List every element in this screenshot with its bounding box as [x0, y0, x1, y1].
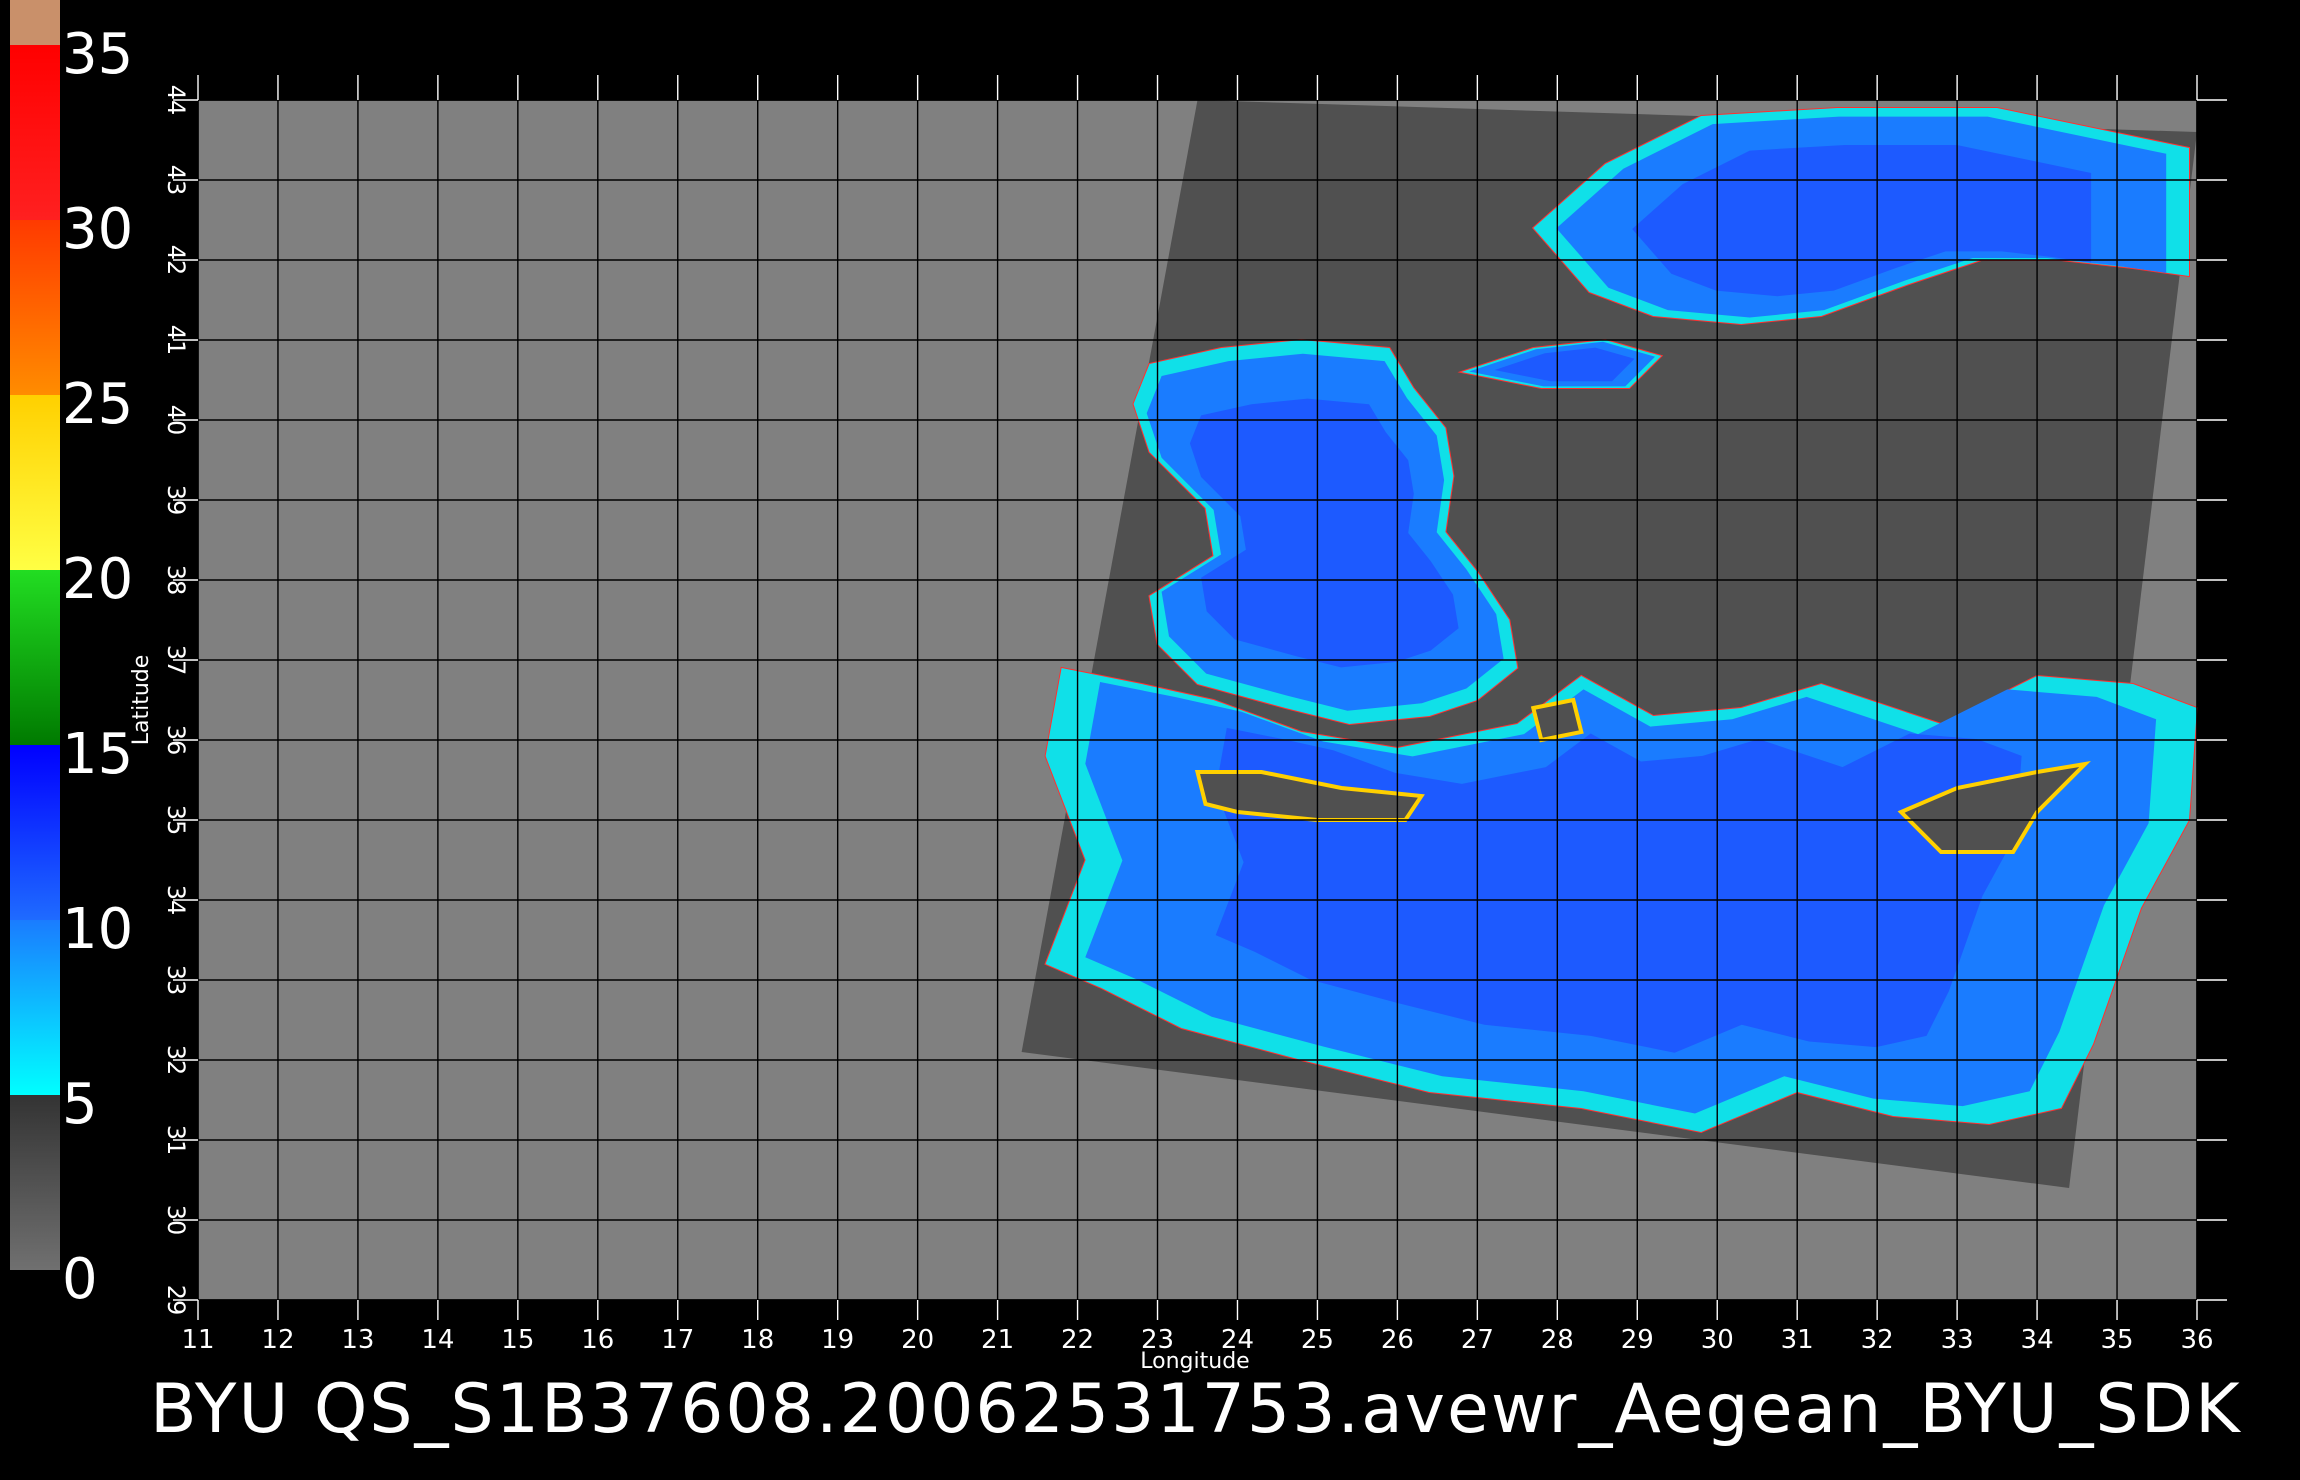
- colorbar-segment: [10, 920, 60, 1095]
- y-tick-label: 41: [162, 325, 190, 356]
- colorbar-label: 10: [62, 897, 133, 962]
- y-tick-label: 34: [162, 885, 190, 916]
- image-title: BYU QS_S1B37608.20062531753.avewr_Aegean…: [150, 1370, 2242, 1449]
- x-tick-label: 30: [1701, 1325, 1734, 1355]
- y-tick-label: 42: [162, 245, 190, 276]
- y-tick-label: 38: [162, 565, 190, 596]
- y-tick-label: 36: [162, 725, 190, 756]
- colorbar-label: 25: [62, 372, 133, 437]
- y-tick-label: 37: [162, 645, 190, 676]
- y-tick-label: 29: [162, 1285, 190, 1316]
- y-tick-label: 31: [162, 1125, 190, 1156]
- x-tick-label: 27: [1461, 1325, 1494, 1355]
- colorbar-segment: [10, 745, 60, 920]
- x-tick-label: 17: [661, 1325, 694, 1355]
- x-tick-label: 34: [2021, 1325, 2054, 1355]
- colorbar-segment: [10, 395, 60, 570]
- colorbar-segment: [10, 45, 60, 220]
- x-tick-label: 21: [981, 1325, 1014, 1355]
- x-tick-label: 22: [1061, 1325, 1094, 1355]
- colorbar-segment: [10, 0, 60, 45]
- y-tick-label: 33: [162, 965, 190, 996]
- colorbar-segment: [10, 570, 60, 745]
- x-tick-label: 32: [1861, 1325, 1894, 1355]
- x-tick-label: 13: [341, 1325, 374, 1355]
- x-tick-label: 28: [1541, 1325, 1574, 1355]
- x-tick-label: 12: [261, 1325, 294, 1355]
- colorbar-label: 30: [62, 197, 133, 262]
- x-tick-label: 26: [1381, 1325, 1414, 1355]
- y-tick-label: 30: [162, 1205, 190, 1236]
- x-tick-label: 33: [1941, 1325, 1974, 1355]
- x-tick-label: 19: [821, 1325, 854, 1355]
- y-tick-label: 39: [162, 485, 190, 516]
- colorbar-segment: [10, 220, 60, 395]
- colorbar-label: 15: [62, 722, 133, 787]
- x-tick-label: 14: [421, 1325, 454, 1355]
- colorbar-segment: [10, 1095, 60, 1270]
- x-tick-label: 16: [581, 1325, 614, 1355]
- x-tick-label: 18: [741, 1325, 774, 1355]
- y-tick-label: 32: [162, 1045, 190, 1076]
- y-tick-label: 43: [162, 165, 190, 196]
- wind-speed-map: 11 12 13 14 15 16 17 18 19 20 21 22 23 24 25 26 27 28 29 30…: [0, 0, 2300, 1480]
- colorbar-label: 5: [62, 1072, 98, 1137]
- colorbar-label: 20: [62, 547, 133, 612]
- x-tick-label: 29: [1621, 1325, 1654, 1355]
- y-tick-label: 44: [162, 85, 190, 116]
- x-tick-label: 31: [1781, 1325, 1814, 1355]
- x-tick-label: 35: [2100, 1325, 2133, 1355]
- x-tick-label: 25: [1301, 1325, 1334, 1355]
- y-tick-label: 35: [162, 805, 190, 836]
- x-tick-label: 36: [2180, 1325, 2213, 1355]
- colorbar-label: 0: [62, 1247, 98, 1312]
- x-tick-label: 20: [901, 1325, 934, 1355]
- y-tick-label: 40: [162, 405, 190, 436]
- x-tick-label: 15: [501, 1325, 534, 1355]
- colorbar-label: 35: [62, 22, 133, 87]
- x-tick-label: 11: [181, 1325, 214, 1355]
